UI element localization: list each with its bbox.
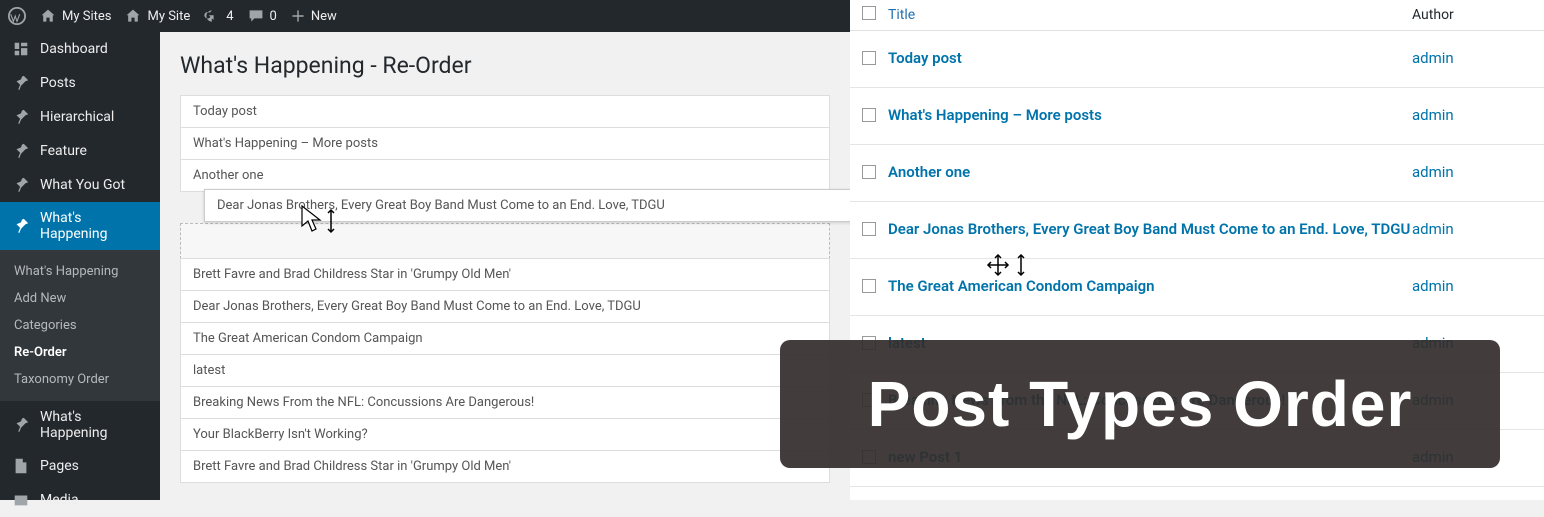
page-title: What's Happening - Re-Order <box>180 52 830 79</box>
sidebar-item-whatshappening-2[interactable]: What's Happening <box>0 401 160 449</box>
refresh-icon <box>204 8 220 24</box>
sidebar-item-dashboard[interactable]: Dashboard <box>0 32 160 66</box>
table-row[interactable]: The Great American Condom Campaign admin <box>850 259 1544 316</box>
row-checkbox[interactable] <box>862 108 876 122</box>
post-author[interactable]: admin <box>1412 220 1532 238</box>
sidebar-item-label: Media <box>40 492 79 508</box>
sort-item[interactable]: Today post <box>180 95 830 128</box>
row-checkbox[interactable] <box>862 222 876 236</box>
sidebar-item-label: Hierarchical <box>40 109 114 125</box>
sort-item[interactable]: Breaking News From the NFL: Concussions … <box>180 386 830 419</box>
table-row[interactable]: What's Happening – More posts admin <box>850 88 1544 145</box>
new-label: New <box>311 9 337 24</box>
pin-icon <box>12 176 30 194</box>
post-author[interactable]: admin <box>1412 49 1532 67</box>
my-site-menu[interactable]: My Site <box>125 8 190 24</box>
column-title[interactable]: Title <box>888 7 1412 23</box>
table-row[interactable]: Dear Jonas Brothers, Every Great Boy Ban… <box>850 202 1544 259</box>
home-icon <box>125 8 141 24</box>
sortable-list[interactable]: Today post What's Happening – More posts… <box>180 95 830 483</box>
submenu-whatshappening[interactable]: What's Happening <box>0 258 160 285</box>
my-sites-menu[interactable]: My Sites <box>40 8 111 24</box>
submenu-addnew[interactable]: Add New <box>0 285 160 312</box>
sidebar: Dashboard Posts Hierarchical Feature Wha… <box>0 32 160 500</box>
post-title-link[interactable]: Another one <box>888 163 970 181</box>
row-checkbox[interactable] <box>862 51 876 65</box>
my-site-label: My Site <box>147 9 190 24</box>
sidebar-item-label: Pages <box>40 458 79 474</box>
sidebar-item-feature[interactable]: Feature <box>0 134 160 168</box>
pin-icon <box>12 142 30 160</box>
sidebar-item-label: Posts <box>40 75 76 91</box>
post-title-link[interactable]: Today post <box>888 49 962 67</box>
sidebar-item-label: Feature <box>40 143 87 159</box>
table-row[interactable]: Another one admin <box>850 145 1544 202</box>
sidebar-item-pages[interactable]: Pages <box>0 449 160 483</box>
home-icon <box>40 8 56 24</box>
sort-item[interactable]: Another one <box>180 159 830 192</box>
updates-menu[interactable]: 4 <box>204 8 233 24</box>
pin-icon <box>12 217 30 235</box>
column-author: Author <box>1412 7 1532 23</box>
row-checkbox[interactable] <box>862 279 876 293</box>
submenu-reorder[interactable]: Re-Order <box>0 339 160 366</box>
pin-icon <box>12 108 30 126</box>
sidebar-item-media[interactable]: Media <box>0 483 160 517</box>
post-author[interactable]: admin <box>1412 106 1532 124</box>
sort-item[interactable]: The Great American Condom Campaign <box>180 322 830 355</box>
my-sites-label: My Sites <box>62 9 111 24</box>
plugin-banner: Post Types Order <box>780 340 1500 468</box>
wp-logo[interactable] <box>8 7 26 25</box>
sort-placeholder <box>180 223 830 259</box>
comment-icon <box>248 8 264 24</box>
sidebar-item-whatyougot[interactable]: What You Got <box>0 168 160 202</box>
plus-icon <box>291 9 305 23</box>
sort-item[interactable]: Brett Favre and Brad Childress Star in '… <box>180 258 830 291</box>
table-row[interactable]: Today post admin <box>850 31 1544 88</box>
comments-menu[interactable]: 0 <box>248 8 277 24</box>
sidebar-item-label: What You Got <box>40 177 125 193</box>
sidebar-item-whatshappening[interactable]: What's Happening <box>0 202 160 250</box>
post-title-link[interactable]: What's Happening – More posts <box>888 106 1102 124</box>
post-author[interactable]: admin <box>1412 277 1532 295</box>
sidebar-item-label: What's Happening <box>40 210 148 242</box>
banner-text: Post Types Order <box>868 367 1413 441</box>
sort-item[interactable]: Dear Jonas Brothers, Every Great Boy Ban… <box>180 290 830 323</box>
sidebar-item-posts[interactable]: Posts <box>0 66 160 100</box>
pin-icon <box>12 416 30 434</box>
dashboard-icon <box>12 40 30 58</box>
pin-icon <box>12 74 30 92</box>
sidebar-item-label: Dashboard <box>40 41 108 57</box>
row-checkbox[interactable] <box>862 165 876 179</box>
post-title-link[interactable]: The Great American Condom Campaign <box>888 277 1155 295</box>
submenu-taxorder[interactable]: Taxonomy Order <box>0 366 160 393</box>
media-icon <box>12 491 30 509</box>
sidebar-submenu: What's Happening Add New Categories Re-O… <box>0 250 160 401</box>
post-author[interactable]: admin <box>1412 163 1532 181</box>
sort-item-dragging[interactable]: Dear Jonas Brothers, Every Great Boy Ban… <box>204 189 850 222</box>
comments-count: 0 <box>270 9 277 24</box>
sort-item[interactable]: latest <box>180 354 830 387</box>
sort-item[interactable]: Your BlackBerry Isn't Working? <box>180 418 830 451</box>
table-header: Title Author <box>850 0 1544 31</box>
pages-icon <box>12 457 30 475</box>
select-all-checkbox[interactable] <box>862 6 876 20</box>
reorder-panel: What's Happening - Re-Order Today post W… <box>160 32 850 500</box>
sidebar-item-label: What's Happening <box>40 409 148 441</box>
sort-item[interactable]: What's Happening – More posts <box>180 127 830 160</box>
updates-count: 4 <box>226 9 233 24</box>
sidebar-item-hierarchical[interactable]: Hierarchical <box>0 100 160 134</box>
submenu-categories[interactable]: Categories <box>0 312 160 339</box>
post-title-link[interactable]: Dear Jonas Brothers, Every Great Boy Ban… <box>888 220 1410 238</box>
new-menu[interactable]: New <box>291 9 337 24</box>
sort-item[interactable]: Brett Favre and Brad Childress Star in '… <box>180 450 830 483</box>
